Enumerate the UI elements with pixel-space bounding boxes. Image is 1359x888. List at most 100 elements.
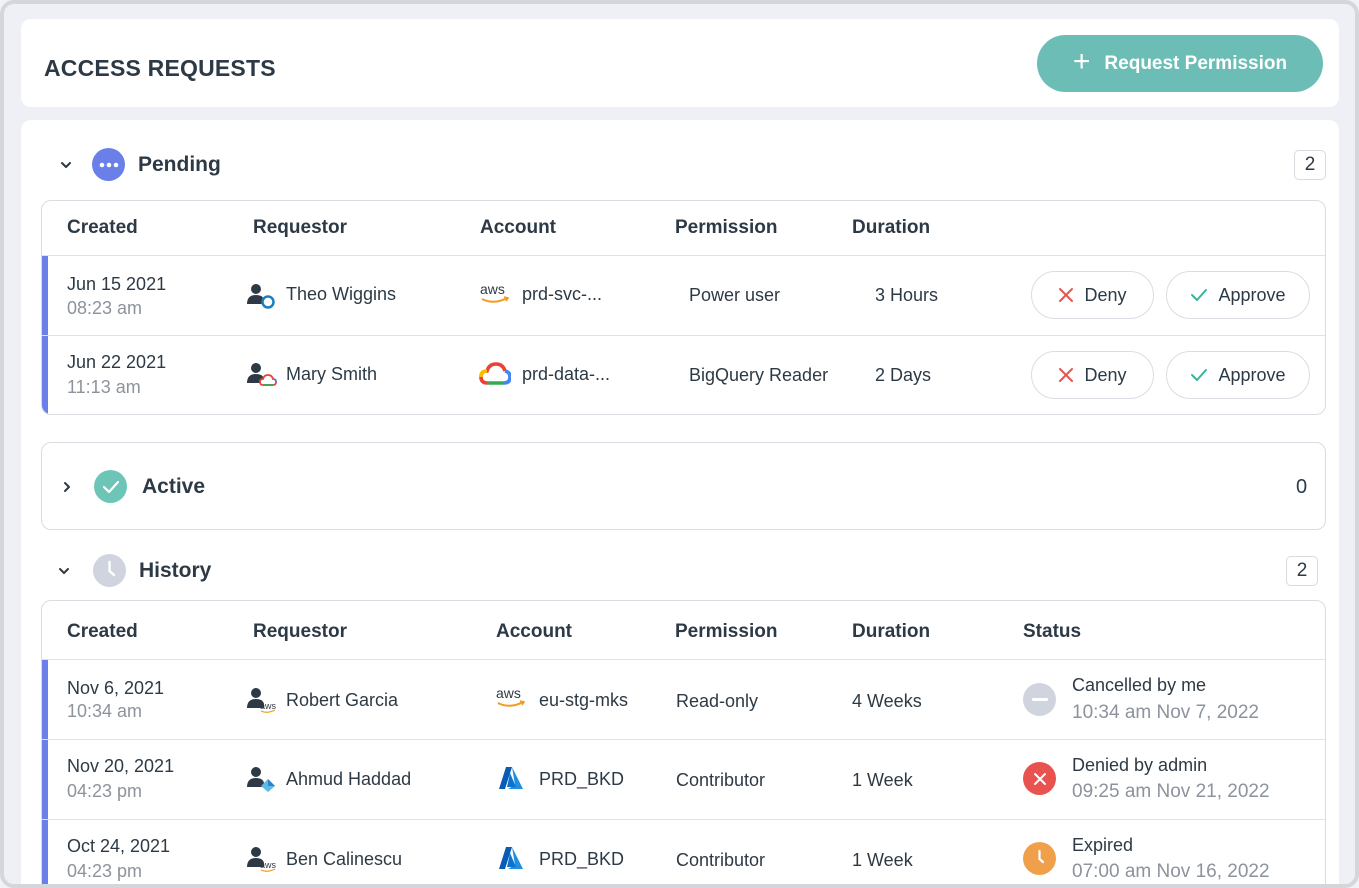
deny-label: Deny xyxy=(1084,284,1127,305)
account-name: PRD_BKD xyxy=(539,769,625,789)
created-time: 04:23 pm xyxy=(67,781,143,801)
active-section[interactable]: Active 0 xyxy=(41,442,1326,530)
permission-value: Power user xyxy=(689,285,781,305)
table-row: Nov 20, 2021 04:23 pm Ahmud Haddad PRD_B… xyxy=(42,739,1325,819)
azure-icon xyxy=(495,844,527,872)
created-time: 10:34 am xyxy=(67,701,143,721)
created-date: Nov 6, 2021 xyxy=(67,678,165,698)
status-text: Denied by admin xyxy=(1072,755,1208,775)
user-gcp-icon xyxy=(247,361,277,387)
status-time: 07:00 am Nov 16, 2022 xyxy=(1072,861,1270,882)
created-date: Oct 24, 2021 xyxy=(67,836,171,856)
user-aws-icon: aws xyxy=(247,845,277,872)
history-title: History xyxy=(139,559,212,582)
chevron-right-icon[interactable] xyxy=(58,478,76,496)
duration-value: 3 Hours xyxy=(875,285,939,305)
history-count: 2 xyxy=(1286,556,1318,586)
approve-button[interactable]: Approve xyxy=(1166,351,1310,399)
user-aws-icon xyxy=(247,282,277,309)
request-permission-button[interactable]: + Request Permission xyxy=(1037,35,1323,92)
row-indicator xyxy=(42,336,48,414)
chevron-down-icon[interactable] xyxy=(57,156,75,174)
created-date: Jun 15 2021 xyxy=(67,274,167,294)
azure-icon xyxy=(495,764,527,792)
created-time: 11:13 am xyxy=(67,377,141,397)
table-row: Jun 15 2021 08:23 am Theo Wiggins aws pr… xyxy=(42,255,1325,335)
active-count: 0 xyxy=(1296,476,1308,498)
svg-text:aws: aws xyxy=(496,685,521,701)
table-row: Jun 22 2021 11:13 am Mary Smith prd-data… xyxy=(42,335,1325,414)
page-title: ACCESS REQUESTS xyxy=(44,55,276,81)
created-time: 08:23 am xyxy=(67,298,143,318)
aws-icon: aws xyxy=(495,684,527,712)
row-indicator xyxy=(42,740,48,819)
permission-value: Contributor xyxy=(676,770,766,790)
requests-panel: Pending 2 Created Requestor Account Perm… xyxy=(21,120,1339,884)
table-row: Nov 6, 2021 10:34 am aws Robert Garcia a… xyxy=(42,659,1325,739)
pending-count: 2 xyxy=(1294,150,1326,180)
column-header: Duration xyxy=(852,217,931,238)
duration-value: 2 Days xyxy=(875,365,932,385)
status-text: Cancelled by me xyxy=(1072,675,1207,695)
cancelled-icon xyxy=(1023,683,1056,716)
requestor-name: Theo Wiggins xyxy=(286,284,397,304)
column-header: Account xyxy=(480,217,556,238)
row-indicator xyxy=(42,256,48,335)
deny-button[interactable]: Deny xyxy=(1031,351,1154,399)
created-date: Nov 20, 2021 xyxy=(67,756,175,776)
google-cloud-icon xyxy=(479,360,511,388)
duration-value: 1 Week xyxy=(852,770,913,790)
column-header: Account xyxy=(496,621,572,642)
approve-button[interactable]: Approve xyxy=(1166,271,1310,319)
account-name: prd-svc-... xyxy=(522,284,603,304)
check-icon xyxy=(1191,369,1208,381)
column-header: Created xyxy=(67,217,138,238)
column-header: Requestor xyxy=(253,217,347,238)
close-icon xyxy=(1059,288,1074,302)
permission-value: Contributor xyxy=(676,850,766,870)
status-text: Expired xyxy=(1072,835,1134,855)
column-header: Created xyxy=(67,621,138,642)
permission-value: Read-only xyxy=(676,691,759,711)
requestor-name: Mary Smith xyxy=(286,364,378,384)
column-header: Status xyxy=(1023,621,1082,642)
more-dots-icon xyxy=(92,148,125,181)
column-header: Duration xyxy=(852,621,931,642)
svg-text:aws: aws xyxy=(480,281,505,297)
status-time: 10:34 am Nov 7, 2022 xyxy=(1072,702,1259,723)
history-table: Created Requestor Account Permission Dur… xyxy=(41,600,1326,884)
column-header: Permission xyxy=(675,621,778,642)
expired-clock-icon xyxy=(1023,842,1056,875)
requestor-name: Ahmud Haddad xyxy=(286,769,412,789)
svg-text:aws: aws xyxy=(260,701,277,711)
row-indicator xyxy=(42,820,48,884)
table-row: Oct 24, 2021 04:23 pm aws Ben Calinescu … xyxy=(42,819,1325,884)
status-time: 09:25 am Nov 21, 2022 xyxy=(1072,781,1270,802)
created-date: Jun 22 2021 xyxy=(67,352,167,372)
close-icon xyxy=(1059,368,1074,382)
pending-title: Pending xyxy=(138,153,221,176)
account-name: eu-stg-mks xyxy=(539,690,629,710)
chevron-down-icon[interactable] xyxy=(55,562,73,580)
plus-icon: + xyxy=(1072,45,1091,78)
requestor-name: Robert Garcia xyxy=(286,690,399,710)
deny-label: Deny xyxy=(1084,364,1127,385)
created-time: 04:23 pm xyxy=(67,861,143,881)
duration-value: 4 Weeks xyxy=(852,691,922,711)
denied-icon xyxy=(1023,762,1056,795)
account-name: prd-data-... xyxy=(522,364,611,384)
deny-button[interactable]: Deny xyxy=(1031,271,1154,319)
requestor-name: Ben Calinescu xyxy=(286,849,403,869)
duration-value: 1 Week xyxy=(852,850,913,870)
history-section-header[interactable]: History 2 xyxy=(21,545,1339,595)
pending-table: Created Requestor Account Permission Dur… xyxy=(41,200,1326,415)
pending-section-header[interactable]: Pending 2 xyxy=(21,140,1339,190)
request-permission-label: Request Permission xyxy=(1104,52,1288,74)
permission-value: BigQuery Reader xyxy=(689,365,829,385)
user-aws-icon: aws xyxy=(247,686,277,713)
approve-label: Approve xyxy=(1218,284,1286,305)
aws-icon: aws xyxy=(479,280,511,308)
header-bar: ACCESS REQUESTS + Request Permission xyxy=(21,19,1339,107)
app-window: ACCESS REQUESTS + Request Permission Pen… xyxy=(0,0,1359,888)
clock-icon xyxy=(93,554,126,587)
